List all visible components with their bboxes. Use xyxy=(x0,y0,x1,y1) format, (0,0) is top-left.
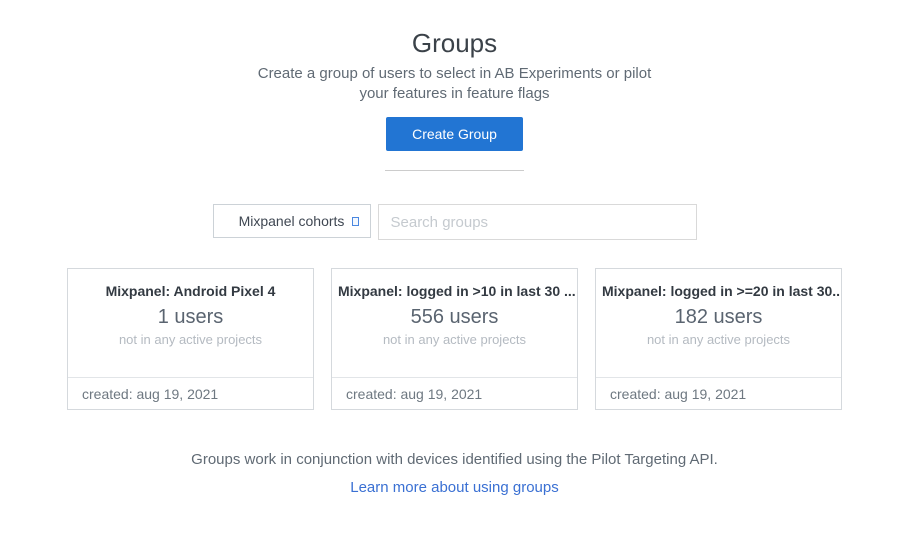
dropdown-indicator-icon xyxy=(352,217,359,226)
group-created-date: created: aug 19, 2021 xyxy=(68,377,313,409)
group-created-date: created: aug 19, 2021 xyxy=(332,377,577,409)
cohort-source-dropdown[interactable]: Mixpanel cohorts xyxy=(213,204,371,238)
header-divider xyxy=(385,170,524,171)
group-card[interactable]: Mixpanel: Android Pixel 4 1 users not in… xyxy=(67,268,314,410)
group-card-body: Mixpanel: Android Pixel 4 1 users not in… xyxy=(68,269,313,377)
group-user-count: 1 users xyxy=(68,306,313,329)
cohort-source-value: Mixpanel cohorts xyxy=(239,213,345,229)
group-cards-row: Mixpanel: Android Pixel 4 1 users not in… xyxy=(0,268,909,410)
group-name: Mixpanel: logged in >10 in last 30 ... xyxy=(332,283,577,299)
group-card-body: Mixpanel: logged in >=20 in last 30... 1… xyxy=(596,269,841,377)
page-subtitle: Create a group of users to select in AB … xyxy=(255,64,655,104)
create-group-button[interactable]: Create Group xyxy=(386,117,523,151)
learn-more-link[interactable]: Learn more about using groups xyxy=(350,479,558,496)
group-user-count: 556 users xyxy=(332,306,577,329)
group-project-status: not in any active projects xyxy=(68,332,313,347)
group-created-date: created: aug 19, 2021 xyxy=(596,377,841,409)
footer-info-text: Groups work in conjunction with devices … xyxy=(0,450,909,470)
group-card-body: Mixpanel: logged in >10 in last 30 ... 5… xyxy=(332,269,577,377)
group-name: Mixpanel: logged in >=20 in last 30... xyxy=(596,283,841,299)
groups-page: Groups Create a group of users to select… xyxy=(0,0,909,558)
filter-row: Mixpanel cohorts xyxy=(0,204,909,240)
search-groups-input[interactable] xyxy=(378,204,697,240)
group-user-count: 182 users xyxy=(596,306,841,329)
group-project-status: not in any active projects xyxy=(332,332,577,347)
group-name: Mixpanel: Android Pixel 4 xyxy=(68,283,313,299)
group-card[interactable]: Mixpanel: logged in >10 in last 30 ... 5… xyxy=(331,268,578,410)
group-card[interactable]: Mixpanel: logged in >=20 in last 30... 1… xyxy=(595,268,842,410)
group-project-status: not in any active projects xyxy=(596,332,841,347)
page-title: Groups xyxy=(0,28,909,59)
